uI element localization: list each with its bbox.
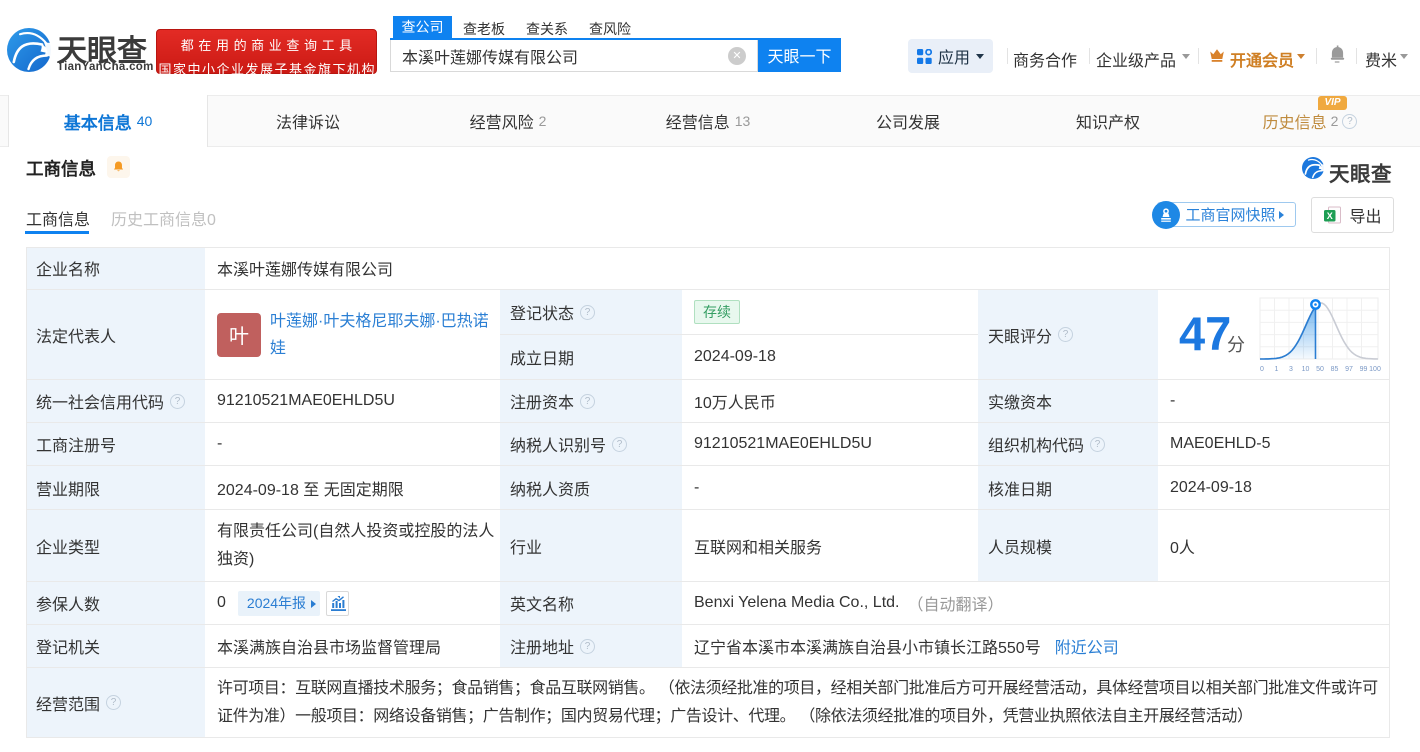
svg-text:1: 1	[1275, 366, 1279, 373]
svg-text:0: 0	[1260, 366, 1264, 373]
svg-text:3: 3	[1289, 366, 1293, 373]
svg-text:99: 99	[1360, 366, 1368, 373]
svg-text:97: 97	[1345, 366, 1353, 373]
svg-text:50: 50	[1316, 366, 1324, 373]
svg-text:10: 10	[1302, 366, 1310, 373]
svg-text:85: 85	[1331, 366, 1339, 373]
svg-text:X: X	[1327, 211, 1333, 221]
svg-text:100: 100	[1369, 366, 1381, 373]
